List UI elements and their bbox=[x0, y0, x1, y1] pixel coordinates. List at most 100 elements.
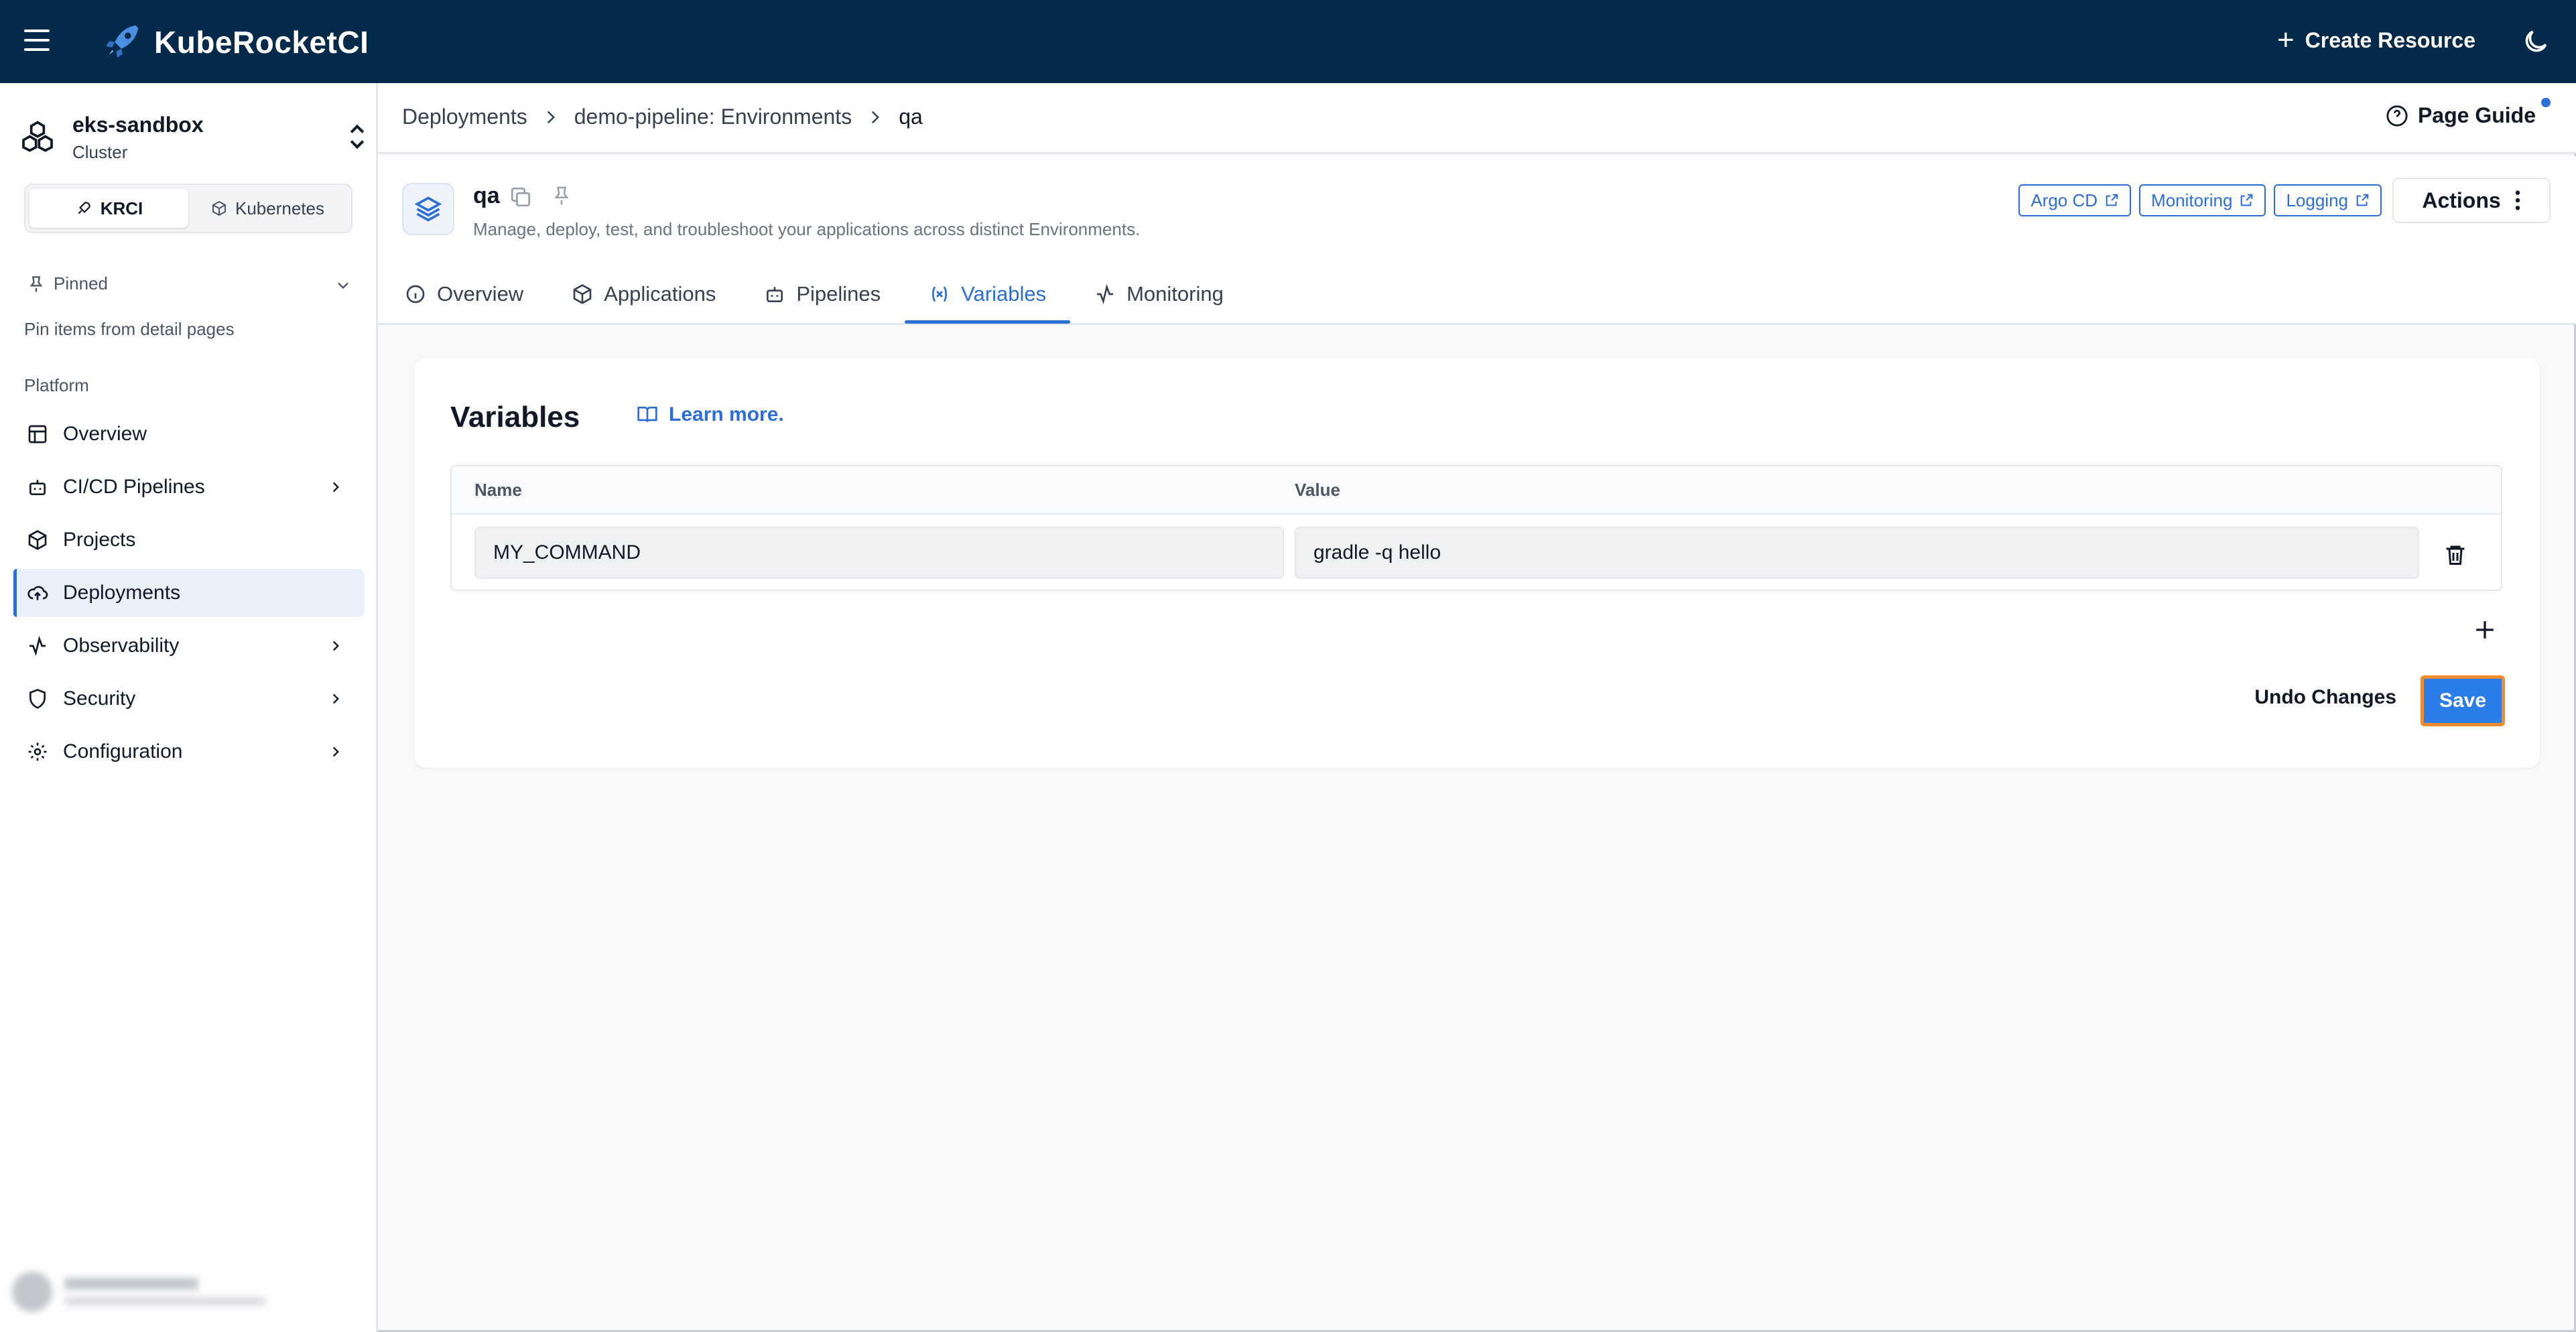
main-content: Deployments demo-pipeline: Environments … bbox=[378, 83, 2576, 1332]
chevron-right-icon bbox=[332, 482, 339, 492]
variable-name-input[interactable] bbox=[474, 527, 1284, 579]
mode-kubernetes-option[interactable]: Kubernetes bbox=[188, 189, 347, 228]
sidebar-item-projects[interactable]: Projects bbox=[13, 516, 365, 564]
learn-more-link[interactable]: Learn more. bbox=[635, 403, 784, 426]
user-info bbox=[64, 1278, 265, 1306]
activity-icon bbox=[29, 635, 46, 657]
box-icon bbox=[28, 530, 47, 550]
column-header-value: Value bbox=[1295, 480, 1340, 500]
chevron-right-icon bbox=[332, 746, 339, 757]
tab-label: Monitoring bbox=[1126, 282, 1224, 306]
tab-overview[interactable]: Overview bbox=[405, 270, 548, 318]
argocd-link-label: Argo CD bbox=[2031, 190, 2098, 210]
sidebar-item-label: Observability bbox=[63, 635, 180, 657]
hamburger-menu-icon[interactable] bbox=[24, 29, 50, 52]
copy-icon[interactable] bbox=[509, 186, 532, 208]
tab-pipelines[interactable]: Pipelines bbox=[740, 270, 905, 318]
sidebar-item-overview[interactable]: Overview bbox=[13, 410, 365, 458]
pinned-section-toggle[interactable]: Pinned bbox=[27, 273, 352, 294]
add-variable-plus-icon[interactable] bbox=[2470, 615, 2500, 645]
sidebar: eks-sandbox Cluster KRCI Kubernetes Pinn… bbox=[0, 83, 378, 1332]
actions-button[interactable]: Actions bbox=[2392, 178, 2551, 223]
environment-header: qa Manage, deploy, test, and troubleshoo… bbox=[378, 156, 2576, 325]
sidebar-item-label: Configuration bbox=[63, 740, 183, 762]
trash-icon[interactable] bbox=[2443, 541, 2467, 568]
sidebar-item-deployments[interactable]: Deployments bbox=[13, 569, 365, 617]
cloud-upload-icon bbox=[27, 586, 48, 600]
tab-monitoring[interactable]: Monitoring bbox=[1070, 270, 1248, 318]
cluster-name: eks-sandbox bbox=[72, 113, 204, 137]
book-open-icon bbox=[637, 407, 657, 422]
pin-icon bbox=[29, 275, 43, 292]
variables-table: Name Value bbox=[450, 465, 2502, 591]
mode-kubernetes-label: Kubernetes bbox=[235, 198, 324, 218]
layers-icon bbox=[402, 183, 454, 235]
avatar bbox=[12, 1272, 52, 1312]
table-header: Name Value bbox=[452, 466, 2501, 515]
tab-label: Pipelines bbox=[796, 282, 881, 306]
tab-label: Overview bbox=[437, 282, 524, 306]
sidebar-item-label: CI/CD Pipelines bbox=[63, 476, 205, 498]
notification-dot bbox=[2541, 98, 2551, 107]
breadcrumb-environments[interactable]: demo-pipeline: Environments bbox=[574, 105, 852, 129]
box-icon bbox=[212, 200, 226, 216]
page-guide-label: Page Guide bbox=[2417, 103, 2536, 127]
sidebar-item-observability[interactable]: Observability bbox=[13, 622, 365, 670]
chevron-right-icon bbox=[547, 111, 555, 123]
bot-icon bbox=[29, 480, 46, 495]
pinned-help-text: Pin items from detail pages bbox=[24, 319, 235, 339]
sidebar-item-label: Overview bbox=[63, 423, 147, 445]
chevron-right-icon bbox=[332, 641, 339, 651]
brand-name: KubeRocketCI bbox=[154, 25, 369, 60]
top-bar: KubeRocketCI + Create Resource bbox=[0, 0, 2576, 83]
create-resource-button[interactable]: + Create Resource bbox=[2277, 25, 2475, 55]
mode-toggle: KRCI Kubernetes bbox=[24, 184, 352, 233]
environment-description: Manage, deploy, test, and troubleshoot y… bbox=[473, 219, 1141, 239]
external-link-icon bbox=[2241, 194, 2253, 206]
sidebar-nav: Overview CI/CD Pipelines Projects Deploy… bbox=[13, 410, 365, 781]
pin-icon[interactable] bbox=[551, 184, 572, 207]
breadcrumb-current: qa bbox=[899, 105, 923, 129]
logging-link[interactable]: Logging bbox=[2274, 184, 2382, 216]
tab-label: Applications bbox=[604, 282, 716, 306]
more-vertical-icon bbox=[2515, 190, 2520, 210]
sidebar-item-security[interactable]: Security bbox=[13, 675, 365, 723]
help-circle-icon bbox=[2386, 105, 2408, 127]
undo-changes-button[interactable]: Undo Changes bbox=[2254, 686, 2396, 709]
brand[interactable]: KubeRocketCI bbox=[101, 19, 369, 66]
external-link-icon bbox=[2356, 194, 2369, 206]
rocket-icon bbox=[78, 202, 90, 214]
tab-applications[interactable]: Applications bbox=[548, 270, 740, 318]
argocd-link[interactable]: Argo CD bbox=[2018, 184, 2132, 216]
shield-icon bbox=[29, 689, 46, 709]
variable-value-input[interactable] bbox=[1295, 527, 2419, 579]
chevron-right-icon bbox=[872, 111, 880, 123]
tab-variables[interactable]: Variables bbox=[905, 270, 1071, 324]
monitoring-link[interactable]: Monitoring bbox=[2139, 184, 2266, 216]
plus-icon: + bbox=[2276, 23, 2295, 56]
page-guide-button[interactable]: Page Guide bbox=[2386, 98, 2551, 128]
breadcrumb: Deployments demo-pipeline: Environments … bbox=[402, 105, 923, 129]
sidebar-item-configuration[interactable]: Configuration bbox=[13, 728, 365, 776]
breadcrumb-deployments[interactable]: Deployments bbox=[402, 105, 527, 129]
save-button[interactable]: Save bbox=[2421, 675, 2505, 726]
rocket-logo-icon bbox=[105, 25, 139, 60]
box-icon bbox=[573, 284, 592, 304]
mode-krci-label: KRCI bbox=[100, 198, 143, 218]
cluster-icon bbox=[22, 121, 53, 152]
cluster-subtitle: Cluster bbox=[72, 142, 128, 162]
logging-link-label: Logging bbox=[2286, 190, 2348, 210]
sidebar-item-label: Deployments bbox=[63, 582, 181, 604]
user-account-blurred[interactable] bbox=[12, 1265, 361, 1319]
external-links: Argo CD Monitoring Logging bbox=[2018, 184, 2382, 216]
variables-title: Variables bbox=[450, 401, 580, 434]
cluster-selector[interactable]: eks-sandbox Cluster bbox=[19, 106, 367, 166]
activity-icon bbox=[1097, 283, 1114, 305]
create-resource-label: Create Resource bbox=[2305, 27, 2475, 52]
mode-krci-option[interactable]: KRCI bbox=[29, 189, 188, 228]
sidebar-item-cicd-pipelines[interactable]: CI/CD Pipelines bbox=[13, 463, 365, 511]
sidebar-item-label: Projects bbox=[63, 529, 136, 551]
layout-icon bbox=[28, 425, 47, 444]
moon-icon[interactable] bbox=[2521, 27, 2551, 56]
sidebar-item-label: Security bbox=[63, 687, 136, 710]
